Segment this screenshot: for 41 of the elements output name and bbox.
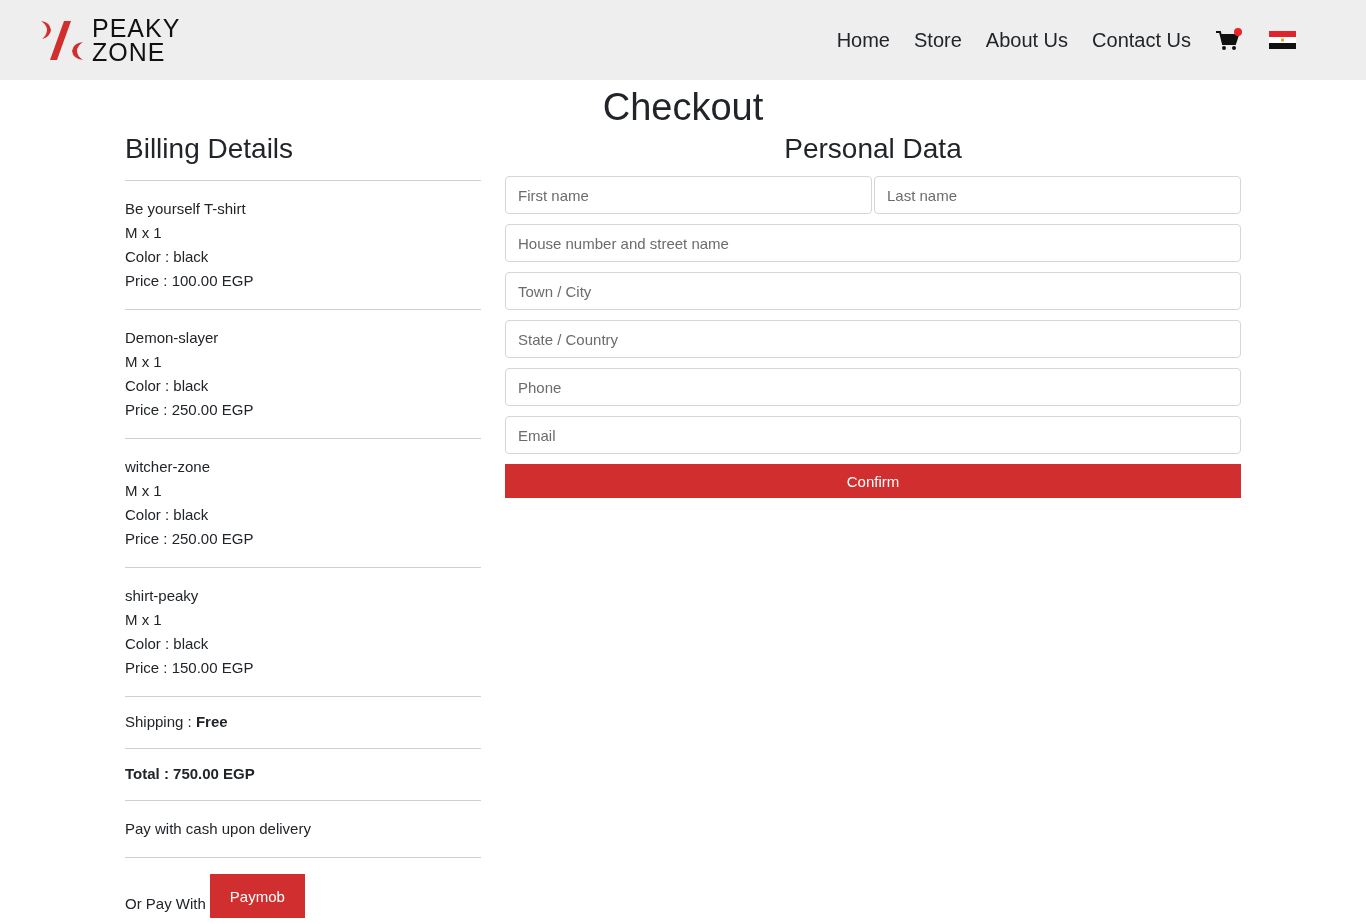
- logo-mark-icon: [40, 18, 84, 62]
- input-field[interactable]: Email: [505, 416, 1241, 454]
- product-quantity: M x 1: [125, 610, 163, 630]
- product-quantity: M x 1: [125, 352, 163, 372]
- input-field[interactable]: House number and street name: [505, 224, 1241, 262]
- product-color: Color : black: [125, 634, 210, 654]
- input-field[interactable]: First name: [505, 176, 872, 214]
- product-name: Demon-slayer: [125, 328, 220, 348]
- product-color: Color : black: [125, 247, 210, 267]
- product-price: Price : 100.00 EGP: [125, 271, 255, 291]
- product-quantity: M x 1: [125, 223, 163, 243]
- payment-note: Pay with cash upon delivery: [125, 819, 312, 839]
- product-price: Price : 250.00 EGP: [125, 400, 255, 420]
- page-title: Checkout: [601, 85, 765, 130]
- nav-link[interactable]: About Us: [985, 28, 1069, 52]
- payment-label: Or Pay With: [125, 894, 206, 914]
- section-title: Billing Details: [125, 132, 295, 166]
- nav-link[interactable]: Home: [836, 28, 890, 52]
- flag-icon[interactable]: [1269, 31, 1296, 49]
- input-field[interactable]: Phone: [505, 368, 1241, 406]
- logo-text: PEAKY ZONE: [92, 16, 181, 64]
- input-field[interactable]: Town / City: [505, 272, 1241, 310]
- confirm-button[interactable]: Confirm: [505, 464, 1241, 498]
- product-name: Be yourself T-shirt: [125, 199, 247, 219]
- product-color: Color : black: [125, 376, 210, 396]
- shipping-text: Shipping : Free: [125, 712, 229, 732]
- logo[interactable]: PEAKY ZONE: [40, 16, 181, 64]
- cart-icon[interactable]: [1215, 28, 1243, 52]
- product-name: witcher-zone: [125, 457, 212, 477]
- input-field[interactable]: Last name: [874, 176, 1241, 214]
- product-quantity: M x 1: [125, 481, 163, 501]
- product-price: Price : 150.00 EGP: [125, 658, 255, 678]
- paymob-button[interactable]: Paymob: [209, 874, 305, 918]
- nav-link[interactable]: Store: [914, 28, 962, 52]
- nav-link[interactable]: Contact Us: [1092, 28, 1191, 52]
- section-title: Personal Data: [783, 132, 963, 166]
- product-name: shirt-peaky: [125, 586, 200, 606]
- input-field[interactable]: State / Country: [505, 320, 1241, 358]
- product-price: Price : 250.00 EGP: [125, 529, 255, 549]
- total-text: Total : 750.00 EGP: [125, 764, 256, 784]
- product-color: Color : black: [125, 505, 210, 525]
